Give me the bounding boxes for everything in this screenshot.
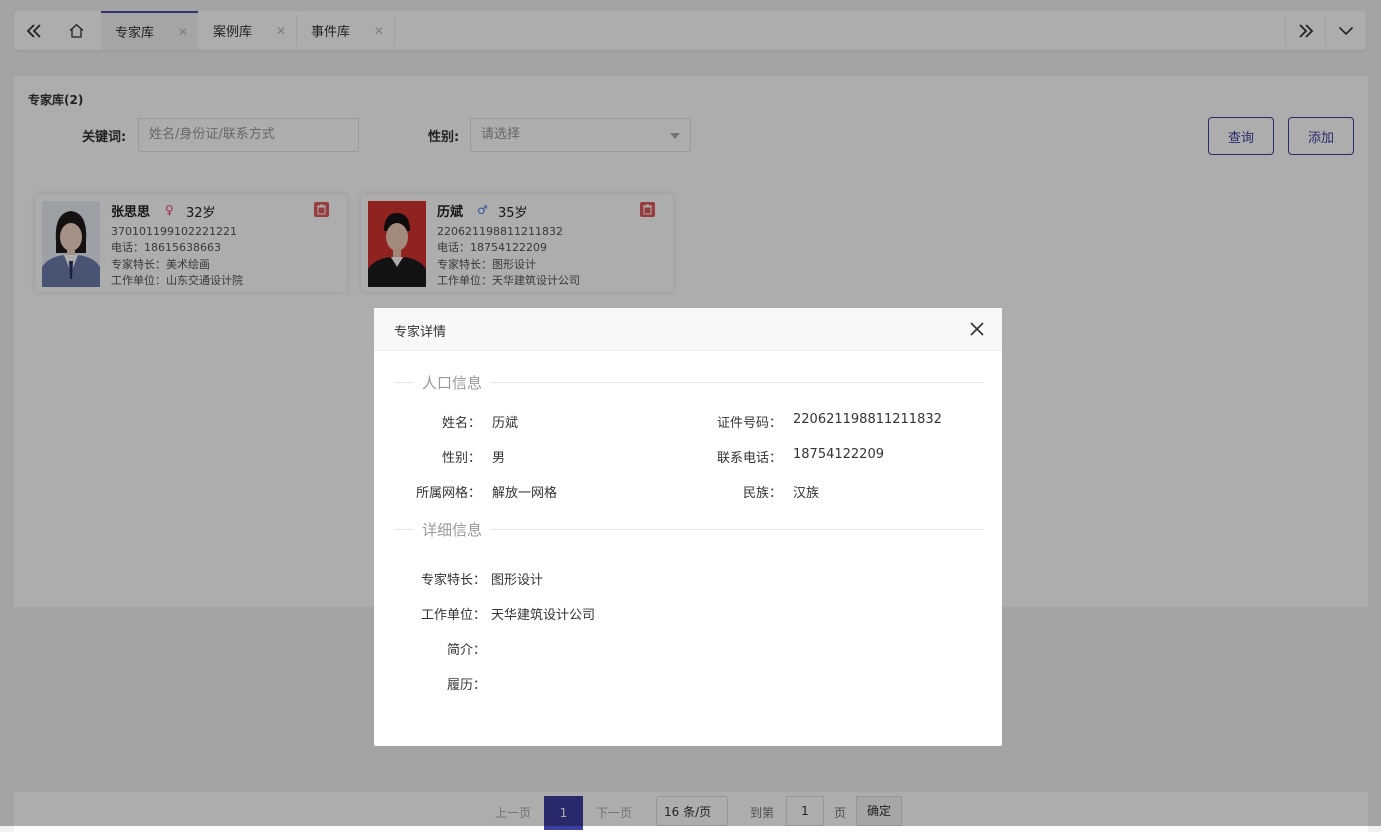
field-value-id: 220621198811211832 bbox=[793, 412, 942, 427]
field-label-intro: 简介： bbox=[446, 643, 486, 658]
expert-detail-dialog: 专家详情 人口信息 姓名： 历斌 证件号码： 22062119881121183… bbox=[374, 308, 1002, 746]
field-label-specialty: 专家特长： bbox=[420, 573, 486, 588]
field-value-ethnic: 汉族 bbox=[793, 486, 820, 501]
field-value-specialty: 图形设计 bbox=[491, 573, 544, 588]
field-value-grid: 解放一网格 bbox=[492, 486, 558, 501]
field-value-gender: 男 bbox=[492, 451, 506, 466]
field-value-workplace: 天华建筑设计公司 bbox=[491, 608, 596, 623]
close-icon[interactable] bbox=[970, 322, 984, 336]
field-value-phone: 18754122209 bbox=[793, 447, 884, 462]
field-label-resume: 履历： bbox=[446, 678, 486, 693]
field-label-grid: 所属网格： bbox=[415, 486, 481, 501]
field-label-gender: 性别： bbox=[441, 451, 481, 466]
section-title-population: 人口信息 bbox=[414, 372, 491, 393]
field-value-name: 历斌 bbox=[492, 416, 519, 431]
field-label-id: 证件号码： bbox=[716, 416, 782, 431]
field-label-phone: 联系电话： bbox=[716, 451, 782, 466]
field-label-workplace: 工作单位： bbox=[420, 608, 486, 623]
dialog-title: 专家详情 bbox=[394, 325, 447, 340]
field-label-name: 姓名： bbox=[441, 416, 481, 431]
dialog-header: 专家详情 bbox=[374, 308, 1002, 351]
section-title-details: 详细信息 bbox=[414, 519, 491, 540]
field-label-ethnic: 民族： bbox=[742, 486, 782, 501]
